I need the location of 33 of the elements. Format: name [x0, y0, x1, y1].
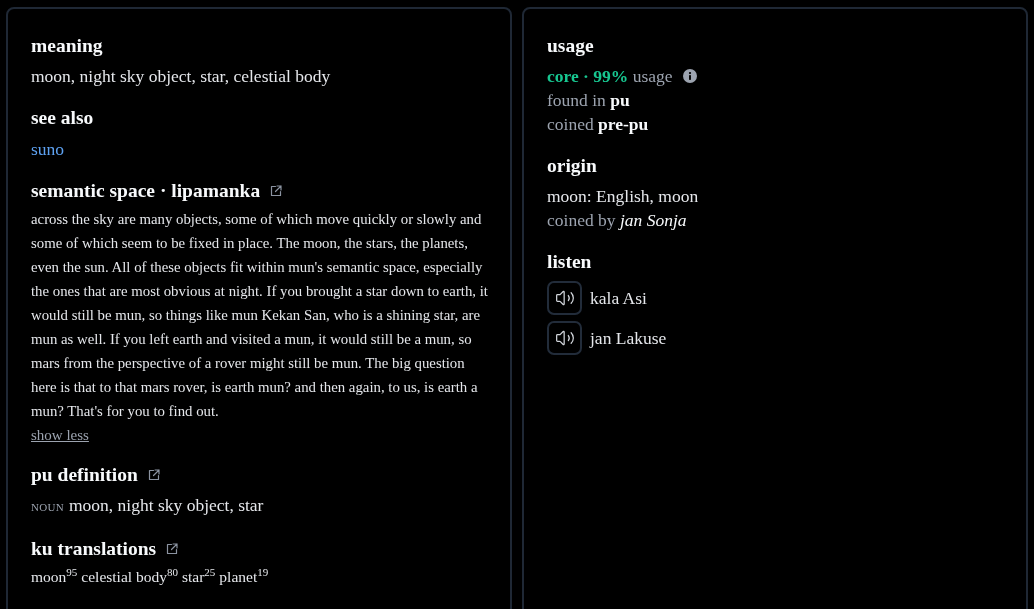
section-heading: listen	[547, 250, 592, 274]
section-heading: usage	[547, 34, 594, 58]
show-less-link[interactable]: show less	[31, 425, 89, 445]
semantic-space-text: across the sky are many objects, some of which move quickly or slowly and some of which seem to be fixed in place. The moon, the stars, the planets, even the sun. All of these objects fit within mun's semantic space, especially the ones that are most obvious at night. If you brought a star down to earth, it would still be mun, so things like mun Kekan San, who is a shining star, are mun as well. If you left earth and visited a mun, it would still be a mun, so mars from the perspective of a rover might still be mun. The big question here is that to that mars rover, is earth mun? and then again, to us, is earth a mun? That's for you to find out.	[31, 210, 489, 421]
part-of-speech-label: NOUN	[31, 500, 64, 515]
translation-item: planet$^{19}$	[219, 565, 269, 587]
found-in-text: found in pu	[547, 89, 630, 112]
speaker-icon	[554, 288, 575, 308]
translation-item: celestial body$^{80}$	[81, 565, 178, 587]
speaker-icon	[554, 328, 575, 348]
section-heading: meaning	[31, 34, 103, 58]
definition-text: moon, night sky object, star	[69, 494, 264, 517]
speaker-name: kala Asi	[590, 287, 647, 310]
play-audio-button[interactable]	[547, 321, 582, 355]
external-link-icon[interactable]	[147, 469, 160, 481]
section-heading: see also	[31, 106, 94, 130]
translation-item: moon$^{95}$	[31, 565, 78, 587]
section-heading: origin	[547, 154, 597, 178]
section-heading: pu definition	[31, 463, 138, 487]
section-heading: ku translations	[31, 537, 157, 561]
external-link-icon[interactable]	[166, 543, 179, 555]
info-icon[interactable]	[682, 69, 697, 83]
coined-by-text: coined by jan Sonja	[547, 209, 687, 232]
coined-text: coined pre-pu	[547, 113, 649, 136]
usage-summary: core · 99% usage	[547, 65, 673, 88]
meaning-text: moon, night sky object, star, celestial body	[31, 65, 331, 88]
translation-item: star$^{25}$	[181, 565, 216, 587]
play-audio-button[interactable]	[547, 281, 582, 315]
section-heading: semantic space · lipamanka	[31, 179, 261, 203]
external-link-icon[interactable]	[270, 185, 283, 197]
speaker-name: jan Lakuse	[590, 327, 667, 350]
etymology-text: moon: English, moon	[547, 185, 699, 208]
related-word-link[interactable]: suno	[31, 137, 65, 161]
